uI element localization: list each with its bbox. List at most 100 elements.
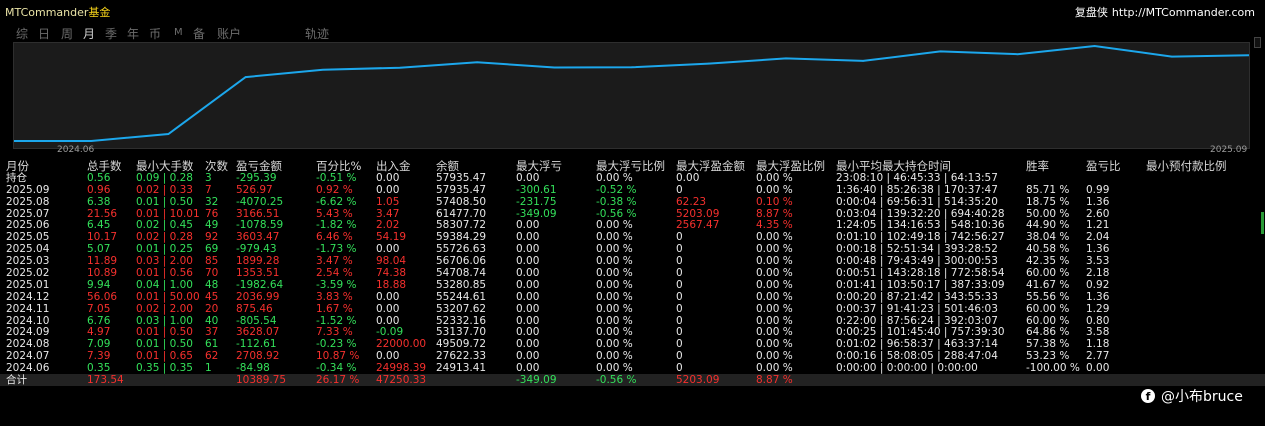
table-cell: 56.06 [87, 290, 118, 303]
table-cell: 9.94 [87, 278, 111, 291]
table-cell: 0.00 [516, 231, 540, 244]
table-cell: 0.00 [676, 171, 700, 184]
table-cell: 0.00 % [756, 183, 793, 196]
table-cell: 0.00 % [756, 243, 793, 256]
tab-0[interactable]: 综 [16, 25, 28, 42]
equity-point [244, 76, 247, 78]
table-cell: 1.36 [1086, 290, 1110, 303]
table-cell: 22000.00 [376, 338, 427, 351]
table-cell: 21.56 [87, 207, 118, 220]
column-header[interactable]: 百分比% [316, 160, 361, 172]
table-cell: 0.00 % [596, 171, 633, 184]
column-header[interactable]: 最大浮亏比例 [596, 160, 665, 172]
watermark-text: @小布bruce [1161, 389, 1243, 405]
table-cell: 55244.61 [436, 290, 487, 303]
tab-5[interactable]: 年 [127, 25, 139, 42]
table-cell: 7.05 [87, 302, 111, 315]
table-cell: 74.38 [376, 267, 407, 280]
column-header[interactable]: 最小平均最大持仓时间 [836, 160, 951, 172]
column-header[interactable]: 总手数 [87, 160, 122, 172]
table-cell: 持仓 [6, 171, 27, 184]
tab-1[interactable]: 日 [38, 25, 50, 42]
table-cell: 53137.70 [436, 326, 487, 339]
column-header[interactable]: 胜率 [1026, 160, 1049, 172]
table-cell: 0.00 % [596, 326, 633, 339]
column-header[interactable]: 最大浮盈比例 [756, 160, 825, 172]
column-header[interactable]: 最大浮盈金额 [676, 160, 745, 172]
tab-4[interactable]: 季 [105, 25, 117, 42]
table-cell: 0.00 % [756, 350, 793, 363]
tab-3[interactable]: 月 [83, 25, 95, 42]
column-header[interactable]: 出入金 [376, 160, 411, 172]
table-cell: 0.00 % [596, 314, 633, 327]
tab-8[interactable]: 备 [193, 25, 205, 42]
table-cell: 0:00:51 | 143:28:18 | 772:58:54 [836, 267, 1005, 280]
table-cell: 59384.29 [436, 231, 487, 244]
brand-url[interactable]: http://MTCommander.com [1112, 6, 1255, 19]
table-cell: 49509.72 [436, 338, 487, 351]
equity-chart-svg [14, 44, 1249, 142]
column-header[interactable]: 月份 [6, 160, 29, 172]
table-cell: 10.17 [87, 231, 118, 244]
table-row: 2025.08 6.38 0.01 | 0.50 32 -4070.25 -6.62 % 1… [0, 196, 1265, 208]
table-cell: 7.39 [87, 350, 111, 363]
tab-6[interactable]: 币 [149, 25, 161, 42]
table-cell: 0 [676, 326, 683, 339]
brand-link[interactable]: 复盘侠 http://MTCommander.com [1075, 4, 1255, 20]
table-cell: 3628.07 [236, 326, 280, 339]
chart-scroll-handle[interactable] [1254, 37, 1261, 48]
table-cell: -1.82 % [316, 219, 357, 232]
table-cell: 1353.51 [236, 267, 280, 280]
column-header[interactable]: 最小预付款比例 [1146, 160, 1227, 172]
table-cell: 0.00 [516, 338, 540, 351]
tab-7[interactable]: M [174, 27, 183, 38]
table-cell: 53.23 % [1026, 350, 1070, 363]
table-cell: 0.03 | 2.00 [136, 255, 193, 268]
table-cell: 76 [205, 207, 219, 220]
brand-name: 复盘侠 [1074, 6, 1108, 19]
table-cell: 6.76 [87, 314, 111, 327]
column-header[interactable]: 次数 [205, 160, 228, 172]
table-cell: -1.52 % [316, 314, 357, 327]
table-cell: 3.47 % [316, 255, 353, 268]
table-cell: 0:01:02 | 96:58:37 | 463:37:14 [836, 338, 998, 351]
table-cell: -349.09 [516, 374, 557, 387]
column-header[interactable]: 盈亏比 [1086, 160, 1121, 172]
table-cell: 2024.11 [6, 302, 50, 315]
column-header[interactable]: 盈亏金额 [236, 160, 282, 172]
equity-point [321, 68, 324, 71]
table-cell: 0.00 % [596, 231, 633, 244]
table-cell: 173.54 [87, 374, 124, 387]
equity-point [862, 60, 864, 62]
table-cell: 40.58 % [1026, 243, 1070, 256]
equity-chart [13, 42, 1250, 149]
tab-10[interactable]: 轨迹 [305, 25, 329, 42]
equity-point [785, 57, 787, 60]
equity-series-line [14, 44, 1249, 142]
table-cell: 62.23 [676, 195, 707, 208]
column-header[interactable]: 最大浮亏 [516, 160, 562, 172]
table-cell: 57.38 % [1026, 338, 1070, 351]
tab-2[interactable]: 周 [61, 25, 73, 42]
table-cell: 0.02 | 2.00 [136, 302, 193, 315]
table-cell: 0.09 | 0.28 [136, 171, 193, 184]
table-cell: 0.00 [376, 350, 400, 363]
table-cell: 0 [676, 350, 683, 363]
table-cell: 58307.72 [436, 219, 487, 232]
x-tick-label: 2024.06 [57, 145, 95, 155]
column-header[interactable]: 最小大手数 [136, 160, 194, 172]
table-cell: 40 [205, 314, 219, 327]
table-cell: 0:00:04 | 69:56:31 | 514:35:20 [836, 195, 998, 208]
tab-9[interactable]: 账户 [217, 25, 241, 42]
table-cell: 0.01 | 0.25 [136, 243, 193, 256]
table-cell: 0 [676, 362, 683, 375]
table-cell: 4.35 % [756, 219, 793, 232]
table-cell: -84.98 [236, 362, 270, 375]
app-title-en: MTCommander [5, 6, 89, 19]
table-cell: 2567.47 [676, 219, 720, 232]
table-cell: 1.36 [1086, 195, 1110, 208]
table-cell: 3.58 [1086, 326, 1110, 339]
column-header[interactable]: 余额 [436, 160, 459, 172]
table-cell: -300.61 [516, 183, 557, 196]
table-row: 合计 173.54 10389.75 26.17 % 47250.33 -349.09 -0… [0, 374, 1265, 386]
